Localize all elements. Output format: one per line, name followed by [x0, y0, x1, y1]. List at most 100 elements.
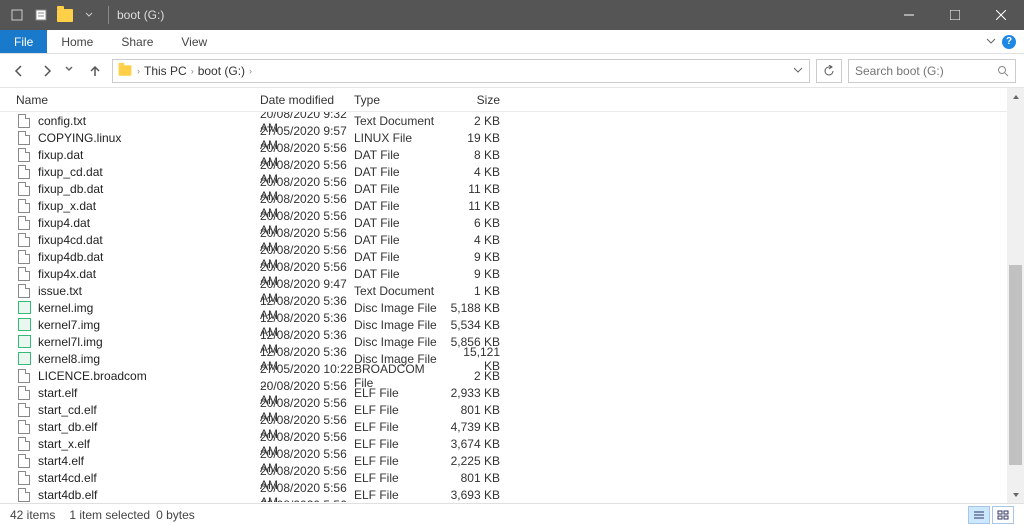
file-name[interactable]: fixup_db.dat [38, 182, 260, 196]
scroll-track[interactable] [1007, 105, 1024, 486]
icons-view-button[interactable] [992, 506, 1014, 524]
scroll-down-button[interactable] [1007, 486, 1024, 503]
file-row[interactable]: fixup4.dat20/08/2020 5:56 AMDAT File6 KB [0, 214, 1007, 231]
file-row[interactable]: config.txt20/08/2020 9:32 AMText Documen… [0, 112, 1007, 129]
file-row[interactable]: fixup_x.dat20/08/2020 5:56 AMDAT File11 … [0, 197, 1007, 214]
file-name[interactable]: start_x.elf [38, 437, 260, 451]
file-icon [16, 215, 32, 231]
folder-icon[interactable] [54, 4, 76, 26]
file-icon [16, 368, 32, 384]
file-size: 1 KB [444, 284, 506, 298]
file-row[interactable]: kernel7.img12/08/2020 5:36 AMDisc Image … [0, 316, 1007, 333]
file-row[interactable]: fixup4x.dat20/08/2020 5:56 AMDAT File9 K… [0, 265, 1007, 282]
file-name[interactable]: fixup_cd.dat [38, 165, 260, 179]
crumb-boot[interactable]: boot (G:) [198, 64, 245, 78]
maximize-button[interactable] [932, 0, 978, 30]
file-name[interactable]: kernel.img [38, 301, 260, 315]
file-row[interactable]: start_x.elf20/08/2020 5:56 AMELF File3,6… [0, 435, 1007, 452]
scroll-thumb[interactable] [1009, 265, 1022, 465]
file-name[interactable]: start_db.elf [38, 420, 260, 434]
crumb-sep[interactable]: › [249, 66, 252, 76]
file-type: Text Document [354, 114, 444, 128]
qat-dropdown-icon[interactable] [78, 4, 100, 26]
file-row[interactable]: start4.elf20/08/2020 5:56 AMELF File2,22… [0, 452, 1007, 469]
crumb-this-pc[interactable]: This PC [144, 64, 187, 78]
crumb-sep[interactable]: › [191, 66, 194, 76]
file-icon [16, 113, 32, 129]
recent-dropdown-icon[interactable] [64, 60, 78, 82]
help-icon[interactable]: ? [1002, 35, 1016, 49]
file-name[interactable]: start.elf [38, 386, 260, 400]
minimize-button[interactable] [886, 0, 932, 30]
back-button[interactable] [8, 60, 30, 82]
file-name[interactable]: kernel7.img [38, 318, 260, 332]
tab-share[interactable]: Share [107, 30, 167, 53]
file-row[interactable]: start4db.elf20/08/2020 5:56 AMELF File3,… [0, 486, 1007, 502]
properties-icon[interactable] [30, 4, 52, 26]
crumb-sep[interactable]: › [137, 66, 140, 76]
file-row[interactable]: kernel.img12/08/2020 5:36 AMDisc Image F… [0, 299, 1007, 316]
file-row[interactable]: fixup4db.dat20/08/2020 5:56 AMDAT File9 … [0, 248, 1007, 265]
file-row[interactable]: start_cd.elf20/08/2020 5:56 AMELF File80… [0, 401, 1007, 418]
file-size: 8 KB [444, 148, 506, 162]
address-bar[interactable]: › This PC › boot (G:) › [112, 59, 810, 83]
file-name[interactable]: fixup4x.dat [38, 267, 260, 281]
file-icon [16, 232, 32, 248]
file-name[interactable]: issue.txt [38, 284, 260, 298]
file-row[interactable]: fixup_db.dat20/08/2020 5:56 AMDAT File11… [0, 180, 1007, 197]
file-row[interactable]: fixup4cd.dat20/08/2020 5:56 AMDAT File4 … [0, 231, 1007, 248]
file-name[interactable]: fixup4db.dat [38, 250, 260, 264]
file-type: DAT File [354, 182, 444, 196]
file-type: ELF File [354, 403, 444, 417]
file-row[interactable]: fixup_cd.dat20/08/2020 5:56 AMDAT File4 … [0, 163, 1007, 180]
col-size[interactable]: Size [444, 93, 506, 107]
address-dropdown-icon[interactable] [793, 64, 803, 78]
file-row[interactable]: start4cd.elf20/08/2020 5:56 AMELF File80… [0, 469, 1007, 486]
file-row[interactable]: LICENCE.broadcom27/05/2020 10:22 ...BROA… [0, 367, 1007, 384]
file-name[interactable]: fixup4cd.dat [38, 233, 260, 247]
col-name[interactable]: Name [16, 93, 260, 107]
vertical-scrollbar[interactable] [1007, 88, 1024, 503]
file-name[interactable]: start4cd.elf [38, 471, 260, 485]
search-box[interactable] [848, 59, 1016, 83]
details-view-button[interactable] [968, 506, 990, 524]
file-type: LINUX File [354, 131, 444, 145]
forward-button[interactable] [36, 60, 58, 82]
tab-file[interactable]: File [0, 30, 47, 53]
file-row[interactable]: start_db.elf20/08/2020 5:56 AMELF File4,… [0, 418, 1007, 435]
file-name[interactable]: fixup_x.dat [38, 199, 260, 213]
navbar: › This PC › boot (G:) › [0, 54, 1024, 88]
file-row[interactable]: fixup.dat20/08/2020 5:56 AMDAT File8 KB [0, 146, 1007, 163]
tab-view[interactable]: View [167, 30, 221, 53]
file-size: 19 KB [444, 131, 506, 145]
file-name[interactable]: COPYING.linux [38, 131, 260, 145]
file-name[interactable]: start4.elf [38, 454, 260, 468]
file-icon [16, 164, 32, 180]
file-row[interactable]: kernel8.img12/08/2020 5:36 AMDisc Image … [0, 350, 1007, 367]
file-name[interactable]: LICENCE.broadcom [38, 369, 260, 383]
file-name[interactable]: fixup4.dat [38, 216, 260, 230]
file-icon [16, 419, 32, 435]
file-icon [16, 487, 32, 503]
file-size: 5,534 KB [444, 318, 506, 332]
file-name[interactable]: kernel8.img [38, 352, 260, 366]
file-size: 4 KB [444, 165, 506, 179]
file-name[interactable]: fixup.dat [38, 148, 260, 162]
up-button[interactable] [84, 60, 106, 82]
refresh-button[interactable] [816, 59, 842, 83]
scroll-up-button[interactable] [1007, 88, 1024, 105]
file-name[interactable]: kernel7l.img [38, 335, 260, 349]
col-date[interactable]: Date modified [260, 93, 354, 107]
file-row[interactable]: start.elf20/08/2020 5:56 AMELF File2,933… [0, 384, 1007, 401]
file-row[interactable]: issue.txt20/08/2020 9:47 AMText Document… [0, 282, 1007, 299]
file-row[interactable]: COPYING.linux27/05/2020 9:57 AMLINUX Fil… [0, 129, 1007, 146]
close-button[interactable] [978, 0, 1024, 30]
file-name[interactable]: config.txt [38, 114, 260, 128]
file-name[interactable]: start_cd.elf [38, 403, 260, 417]
search-icon [997, 65, 1009, 77]
file-name[interactable]: start4db.elf [38, 488, 260, 502]
col-type[interactable]: Type [354, 93, 444, 107]
ribbon-expand-icon[interactable] [986, 35, 996, 49]
search-input[interactable] [855, 64, 985, 78]
tab-home[interactable]: Home [47, 30, 107, 53]
